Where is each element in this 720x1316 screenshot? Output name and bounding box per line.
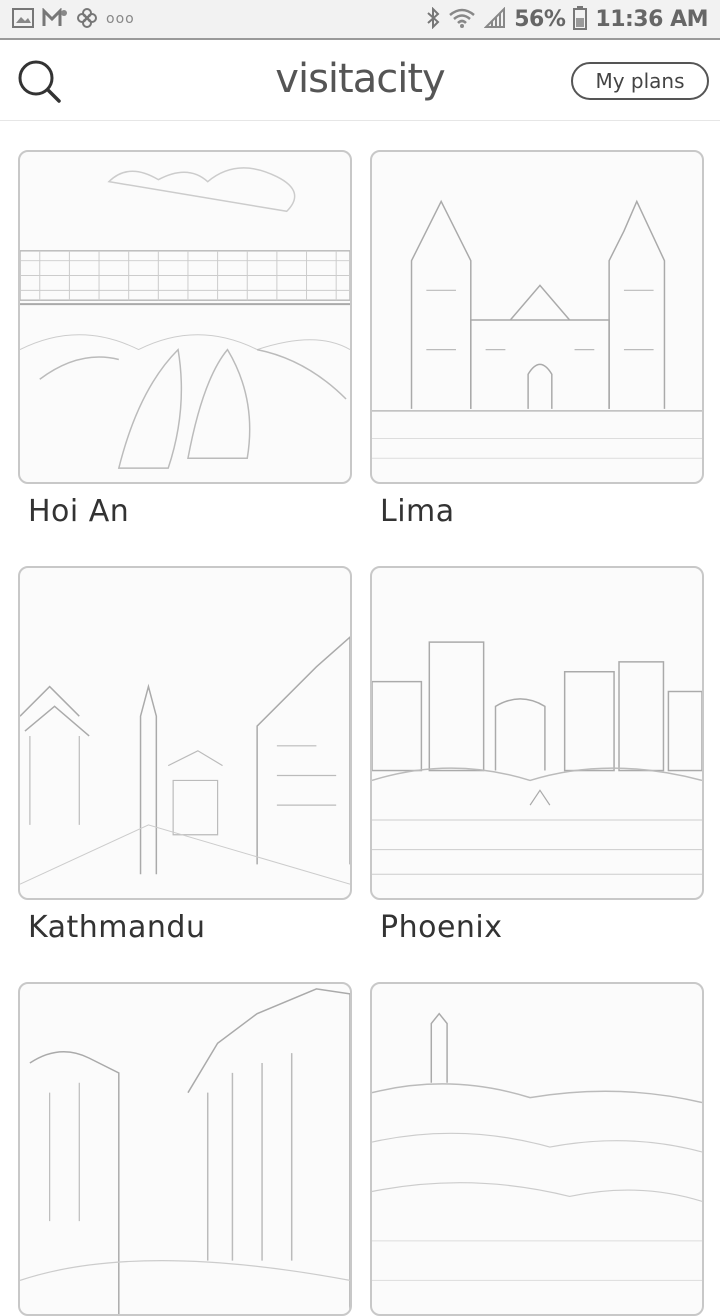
status-right: 56% 11:36 AM — [426, 5, 708, 33]
city-5-image — [20, 988, 350, 1314]
city-image — [18, 150, 352, 484]
hoi-an-image — [20, 167, 350, 469]
city-name: Phoenix — [380, 910, 503, 945]
city-image — [370, 982, 704, 1316]
status-left: ooo — [12, 6, 135, 32]
more-notifications-icon: ooo — [106, 11, 135, 27]
wifi-icon — [448, 7, 476, 32]
app-header: visitacity My plans — [0, 42, 720, 121]
bluetooth-icon — [426, 6, 440, 32]
city-name: Hoi An — [28, 494, 130, 529]
gallery-icon — [12, 7, 34, 31]
city-name: Lima — [380, 494, 455, 529]
clock: 11:36 AM — [595, 6, 708, 32]
city-card-6[interactable] — [370, 982, 704, 1316]
city-card-lima[interactable]: Lima — [370, 150, 704, 529]
city-image — [370, 566, 704, 900]
city-name: Kathmandu — [28, 910, 206, 945]
city-image — [370, 150, 704, 484]
city-card-hoi-an[interactable]: Hoi An — [18, 150, 352, 529]
city-6-image — [372, 1012, 702, 1281]
battery-percent: 56% — [514, 6, 566, 32]
city-card-5[interactable] — [18, 982, 352, 1316]
phoenix-image — [372, 641, 702, 875]
city-image — [18, 982, 352, 1316]
city-card-phoenix[interactable]: Phoenix — [370, 566, 704, 945]
lima-image — [372, 199, 702, 459]
city-grid: Hoi An Lima Kathmandu Phoenix — [0, 150, 720, 1316]
gmail-icon — [42, 6, 68, 31]
my-plans-button[interactable]: My plans — [571, 62, 709, 100]
kathmandu-image — [20, 636, 350, 885]
signal-icon — [483, 6, 506, 32]
city-card-kathmandu[interactable]: Kathmandu — [18, 566, 352, 945]
pinwheel-icon — [76, 7, 98, 32]
status-bar: ooo 56% 11:36 AM — [0, 0, 720, 40]
city-image — [18, 566, 352, 900]
battery-icon — [573, 5, 588, 33]
